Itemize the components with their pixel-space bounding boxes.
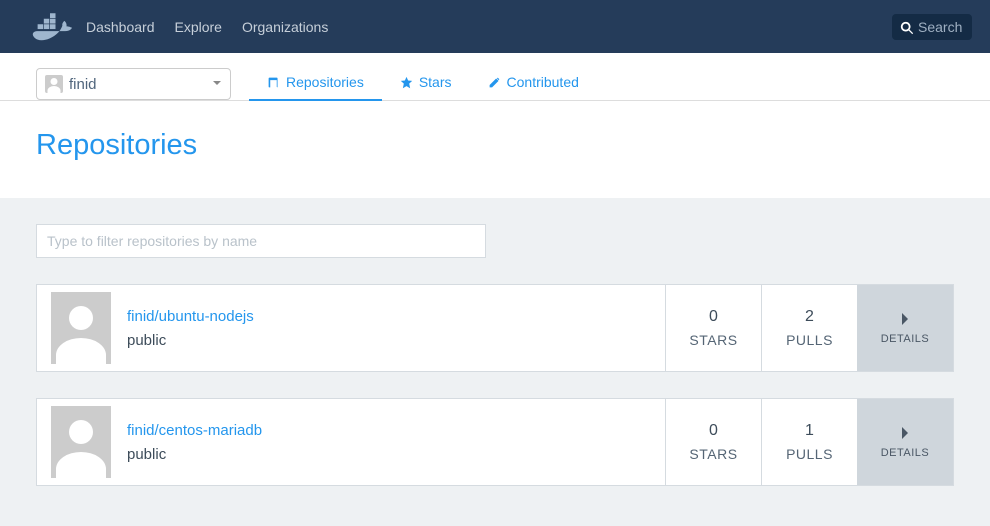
page-title: Repositories	[36, 129, 954, 162]
filter-input[interactable]	[36, 224, 486, 258]
pulls-value: 2	[805, 308, 814, 326]
details-button[interactable]: DETAILS	[857, 399, 953, 485]
search-wrap	[892, 14, 972, 40]
user-select[interactable]: finid	[36, 68, 231, 100]
repo-main: finid/ubuntu-nodejs public	[37, 285, 665, 371]
user-avatar-icon	[45, 75, 63, 93]
repo-name-link[interactable]: finid/centos-mariadb	[127, 422, 262, 439]
content-area: finid/ubuntu-nodejs public 0 STARS 2 PUL…	[0, 198, 990, 526]
tab-label: Stars	[419, 74, 452, 90]
caret-down-icon	[212, 75, 222, 93]
nav-explore[interactable]: Explore	[175, 19, 222, 35]
pulls-label: PULLS	[786, 446, 833, 462]
tabs: Repositories Stars Contributed	[249, 64, 597, 100]
stars-label: STARS	[689, 332, 737, 348]
tab-stars[interactable]: Stars	[382, 65, 470, 101]
user-name: finid	[69, 76, 212, 93]
edit-icon	[488, 76, 501, 89]
page-heading: Repositories	[0, 101, 990, 198]
top-nav-links: Dashboard Explore Organizations	[86, 19, 328, 35]
sub-bar: finid Repositories Stars Contributed	[0, 53, 990, 101]
chevron-right-icon	[897, 425, 913, 441]
repo-card: finid/centos-mariadb public 0 STARS 1 PU…	[36, 398, 954, 486]
details-label: DETAILS	[881, 333, 930, 345]
repo-visibility: public	[127, 332, 254, 349]
avatar	[51, 292, 111, 364]
stars-value: 0	[709, 422, 718, 440]
tab-label: Repositories	[286, 74, 364, 90]
filter-row	[36, 224, 954, 258]
repo-main: finid/centos-mariadb public	[37, 399, 665, 485]
docker-logo[interactable]	[28, 9, 72, 45]
stat-stars: 0 STARS	[665, 285, 761, 371]
pulls-label: PULLS	[786, 332, 833, 348]
star-icon	[400, 76, 413, 89]
tab-repositories[interactable]: Repositories	[249, 65, 382, 101]
avatar	[51, 406, 111, 478]
book-icon	[267, 76, 280, 89]
repo-visibility: public	[127, 446, 262, 463]
details-button[interactable]: DETAILS	[857, 285, 953, 371]
stat-pulls: 2 PULLS	[761, 285, 857, 371]
stat-pulls: 1 PULLS	[761, 399, 857, 485]
repo-card: finid/ubuntu-nodejs public 0 STARS 2 PUL…	[36, 284, 954, 372]
nav-dashboard[interactable]: Dashboard	[86, 19, 155, 35]
stat-stars: 0 STARS	[665, 399, 761, 485]
details-label: DETAILS	[881, 447, 930, 459]
tab-label: Contributed	[507, 74, 579, 90]
top-nav: Dashboard Explore Organizations	[0, 0, 990, 53]
search-input[interactable]	[892, 14, 972, 40]
stars-label: STARS	[689, 446, 737, 462]
tab-contributed[interactable]: Contributed	[470, 65, 597, 101]
repo-name-link[interactable]: finid/ubuntu-nodejs	[127, 308, 254, 325]
chevron-right-icon	[897, 311, 913, 327]
nav-organizations[interactable]: Organizations	[242, 19, 328, 35]
stars-value: 0	[709, 308, 718, 326]
pulls-value: 1	[805, 422, 814, 440]
